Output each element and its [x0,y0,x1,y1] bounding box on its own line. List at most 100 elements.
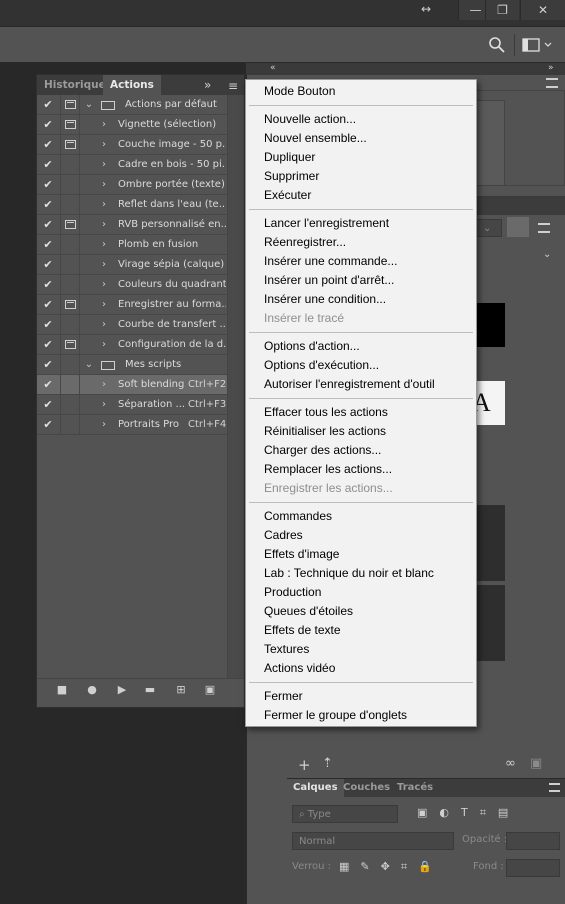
menu-item[interactable]: Lab : Technique du noir et blanc [264,564,434,583]
collapse-chevron-icon[interactable]: › [99,135,109,155]
layer-filter-icons[interactable]: ▣◐T⌗▤ [417,806,520,820]
action-row[interactable]: ✔ › Courbe de transfert ... [37,315,227,335]
action-row[interactable]: ✔ › Reflet dans l'eau (te... [37,195,227,215]
menu-item[interactable]: Fermer [264,687,303,706]
thumb-letter[interactable]: A [476,381,505,425]
dialog-toggle[interactable] [60,295,80,315]
menu-item[interactable]: Fermer le groupe d'onglets [264,706,407,725]
workspace-icon[interactable] [522,38,552,52]
record-icon[interactable]: ● [85,683,99,697]
dialog-toggle[interactable] [60,215,80,235]
menu-item[interactable]: Queues d'étoiles [264,602,353,621]
action-row[interactable]: ✔ › Enregistrer au forma... [37,295,227,315]
library-dropdown[interactable]: ⌄ [476,219,502,237]
collapse-chevron-icon[interactable]: › [99,115,109,135]
collapse-chevron-icon[interactable]: › [99,195,109,215]
menu-item[interactable]: Mode Bouton [264,82,335,101]
menu-item[interactable]: Effets d'image [264,545,339,564]
action-row[interactable]: ✔ › Soft blending Ctrl+F2 [37,375,227,395]
actions-scrollbar[interactable] [227,95,244,678]
action-row[interactable]: ✔ › Vignette (sélection) [37,115,227,135]
library-sort-chevron-icon[interactable]: ⌄ [543,249,551,260]
collapse-chevron-icon[interactable]: › [99,235,109,255]
dialog-toggle[interactable] [60,115,80,135]
menu-item[interactable]: Remplacer les actions... [264,460,392,479]
checkmark-icon[interactable]: ✔ [41,398,55,412]
checkmark-icon[interactable]: ✔ [41,178,55,192]
panel-menu-icon[interactable]: ≡ [228,79,238,93]
action-row[interactable]: ✔ › Couleurs du quadrant [37,275,227,295]
thumb-dark-1[interactable] [476,505,505,581]
menu-item[interactable]: Actions vidéo [264,659,335,678]
creative-cloud-icon[interactable]: ∞ [505,756,516,771]
restore-button[interactable]: ❐ [485,0,519,20]
grid-view-icon[interactable] [507,217,529,237]
lock-icons[interactable]: ▦✎✥⌗🔒 [339,860,443,874]
dialog-toggle[interactable] [60,175,80,195]
checkmark-icon[interactable]: ✔ [41,98,55,112]
menu-item[interactable]: Nouvelle action... [264,110,356,129]
menu-item[interactable]: Production [264,583,321,602]
action-row[interactable]: ✔ › Ombre portée (texte) [37,175,227,195]
menu-item[interactable]: Textures [264,640,309,659]
dialog-toggle[interactable] [60,195,80,215]
menu-item[interactable]: Lancer l'enregistrement [264,214,389,233]
action-row[interactable]: ✔ › Séparation ... Ctrl+F3 [37,395,227,415]
thumb-dark-2[interactable] [476,585,505,661]
tab-calques[interactable]: Calques [287,779,344,797]
tab-historique[interactable]: Historique [37,75,113,95]
checkmark-icon[interactable]: ✔ [41,338,55,352]
collapse-chevron-icon[interactable]: › [99,295,109,315]
checkmark-icon[interactable]: ✔ [41,118,55,132]
collapse-chevron-icon[interactable]: › [99,375,109,395]
collapse-chevron-icon[interactable]: › [99,395,109,415]
opacity-input[interactable] [506,832,560,850]
menu-item[interactable]: Insérer une condition... [264,290,386,309]
dialog-toggle[interactable] [60,355,80,375]
checkmark-icon[interactable]: ✔ [41,298,55,312]
dialog-toggle[interactable] [60,235,80,255]
layers-panel-menu-icon[interactable] [549,783,560,792]
tab-actions[interactable]: Actions [103,75,161,95]
action-row[interactable]: ✔ › Configuration de la d... [37,335,227,355]
action-row[interactable]: ✔ › RVB personnalisé en... [37,215,227,235]
dock-panel-menu-icon[interactable] [546,78,558,88]
menu-item[interactable]: Commandes [264,507,332,526]
expand-chevron-icon[interactable]: ⌄ [84,355,94,375]
menu-item[interactable]: Nouvel ensemble... [264,129,367,148]
menu-item[interactable]: Cadres [264,526,303,545]
expand-dock-icon[interactable]: » [548,63,554,73]
layer-filter-select[interactable]: ⌕ Type [292,805,398,823]
add-icon[interactable]: + [298,756,311,774]
checkmark-icon[interactable]: ✔ [41,138,55,152]
dialog-toggle[interactable] [60,375,80,395]
checkmark-icon[interactable]: ✔ [41,378,55,392]
thumb-black[interactable] [476,303,505,347]
action-row[interactable]: ✔ › Plomb en fusion [37,235,227,255]
menu-item[interactable]: Insérer une commande... [264,252,397,271]
menu-item[interactable]: Supprimer [264,167,319,186]
dialog-toggle[interactable] [60,395,80,415]
new-set-icon[interactable]: ▬ [143,683,157,697]
menu-item[interactable]: Insérer un point d'arrêt... [264,271,394,290]
tab-couches[interactable]: Couches [337,779,396,797]
panel-expand-icon[interactable]: » [204,78,211,92]
menu-item[interactable]: Effacer tous les actions [264,403,388,422]
collapse-chevron-icon[interactable]: › [99,275,109,295]
dialog-toggle[interactable] [60,155,80,175]
action-set-row[interactable]: ✔ ⌄ Actions par défaut [37,95,227,115]
collapse-chevron-icon[interactable]: › [99,155,109,175]
checkmark-icon[interactable]: ✔ [41,358,55,372]
menu-item[interactable]: Réinitialiser les actions [264,422,386,441]
menu-item[interactable]: Dupliquer [264,148,315,167]
dialog-toggle[interactable] [60,135,80,155]
action-row[interactable]: ✔ › Couche image - 50 p... [37,135,227,155]
action-row[interactable]: ✔ › Virage sépia (calque) [37,255,227,275]
dialog-toggle[interactable] [60,255,80,275]
checkmark-icon[interactable]: ✔ [41,238,55,252]
close-button[interactable]: ✕ [520,0,565,20]
menu-item[interactable]: Effets de texte [264,621,341,640]
stop-icon[interactable]: ■ [55,683,69,697]
collapse-chevron-icon[interactable]: › [99,215,109,235]
action-set-row[interactable]: ✔ ⌄ Mes scripts [37,355,227,375]
